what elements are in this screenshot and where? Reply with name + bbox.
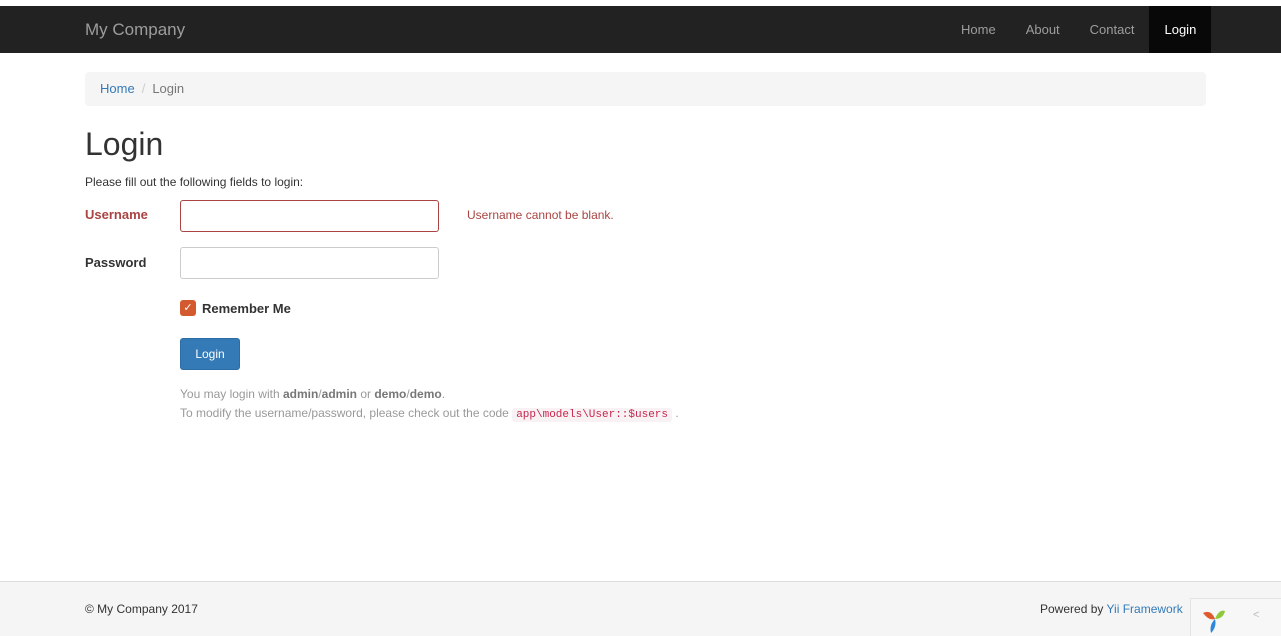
nav-item-login[interactable]: Login	[1149, 6, 1212, 53]
debug-toolbar[interactable]: <	[1190, 598, 1281, 636]
hint-demo-user: demo	[374, 387, 407, 401]
breadcrumb-home-link[interactable]: Home	[100, 72, 135, 106]
username-input[interactable]	[180, 200, 439, 232]
hint-code: app\models\User::$users	[512, 408, 673, 422]
hint-text: To modify the username/password, please …	[180, 406, 513, 420]
remember-me-label[interactable]: Remember Me	[202, 301, 291, 316]
nav-item-about[interactable]: About	[1011, 6, 1075, 53]
password-label: Password	[85, 255, 147, 270]
footer: © My Company 2017 Powered by Yii Framewo…	[0, 581, 1281, 636]
yii-framework-link[interactable]: Yii Framework	[1107, 602, 1183, 616]
password-input[interactable]	[180, 247, 439, 279]
footer-copyright: © My Company 2017	[85, 602, 198, 616]
brand-link[interactable]: My Company	[85, 6, 185, 53]
username-error-message: Username cannot be blank.	[467, 208, 614, 222]
navbar: My Company Home About Contact Login	[0, 6, 1281, 53]
debug-toggle-chevron-icon[interactable]: <	[1253, 609, 1259, 621]
hint-demo-pass: demo	[409, 387, 442, 401]
nav-item-contact[interactable]: Contact	[1075, 6, 1150, 53]
nav-menu: Home About Contact Login	[946, 6, 1212, 53]
hint-or: or	[356, 387, 375, 401]
hint-text: You may login with	[180, 387, 283, 401]
hint-period: .	[675, 406, 679, 420]
page-intro: Please fill out the following fields to …	[85, 175, 304, 189]
breadcrumb-current: Login	[152, 81, 185, 96]
yii-logo-icon[interactable]	[1199, 605, 1229, 635]
username-label: Username	[85, 207, 148, 222]
hint-line-1: You may login with admin/admin or demo/d…	[180, 386, 445, 402]
hint-admin-pass: admin	[321, 387, 357, 401]
remember-me-checkbox[interactable]: ✓ Remember Me	[180, 300, 291, 316]
breadcrumb-separator: /	[141, 81, 146, 96]
hint-line-2: To modify the username/password, please …	[180, 405, 679, 423]
hint-period: .	[441, 387, 446, 401]
breadcrumb: Home / Login	[85, 72, 1206, 106]
login-button[interactable]: Login	[180, 338, 240, 370]
check-icon[interactable]: ✓	[180, 300, 196, 316]
powered-by-text: Powered by	[1040, 602, 1107, 616]
hint-admin-user: admin	[282, 387, 319, 401]
footer-powered-by: Powered by Yii Framework	[1040, 602, 1190, 616]
nav-item-home[interactable]: Home	[946, 6, 1011, 53]
page-title: Login	[85, 126, 164, 162]
